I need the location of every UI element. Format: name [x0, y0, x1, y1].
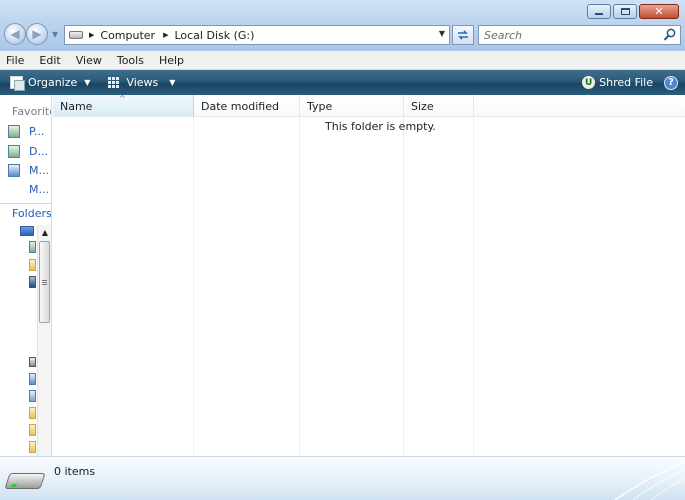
search-box[interactable]: Search	[478, 25, 681, 45]
organize-dropdown-icon: ▼	[84, 78, 91, 87]
menu-tools[interactable]: Tools	[117, 54, 144, 67]
favorite-link-item[interactable]: M...	[8, 183, 49, 196]
column-size-label: Size	[411, 99, 434, 113]
maximize-icon	[620, 8, 630, 15]
decorative-swoosh	[614, 461, 685, 500]
column-type-label: Type	[307, 99, 333, 113]
column-header-row: Name ^ Date modified Type Size	[53, 95, 685, 117]
folders-scrollbar[interactable]: ▲	[37, 225, 51, 456]
favorite-link-label: P...	[29, 125, 45, 138]
favorite-links-heading[interactable]: Favorite l	[12, 105, 51, 118]
folder-icon[interactable]	[29, 407, 36, 419]
minimize-icon	[595, 13, 603, 15]
scroll-up-icon[interactable]: ▲	[38, 225, 51, 239]
views-button[interactable]: Views ▼	[108, 76, 175, 89]
help-icon[interactable]: ?	[664, 75, 678, 90]
column-type[interactable]: Type	[300, 95, 404, 117]
forward-icon: ▶	[32, 27, 42, 41]
control-panel-icon[interactable]	[29, 373, 36, 385]
sort-ascending-icon: ^	[119, 94, 126, 103]
network-icon[interactable]	[29, 357, 36, 367]
address-dropdown-icon[interactable]: ▼	[439, 29, 445, 38]
close-button[interactable]: ✕	[639, 4, 679, 19]
breadcrumb-local-disk[interactable]: Local Disk (G:)	[174, 29, 254, 42]
window-controls: ✕	[587, 4, 679, 19]
drive-icon	[4, 473, 46, 489]
menu-edit[interactable]: Edit	[39, 54, 60, 67]
organize-label: Organize	[28, 76, 78, 89]
menu-view[interactable]: View	[76, 54, 102, 67]
command-bar: Organize ▼ Views ▼ U Shred File ?	[0, 70, 685, 95]
organize-icon	[10, 76, 25, 91]
more-icon	[8, 183, 20, 196]
desktop-icon[interactable]	[20, 226, 34, 236]
refresh-icon	[458, 30, 468, 40]
music-icon	[8, 164, 20, 177]
search-icon[interactable]	[663, 28, 676, 42]
user-folder-icon[interactable]	[29, 241, 36, 253]
close-icon: ✕	[654, 5, 664, 18]
back-icon: ◀	[10, 27, 20, 41]
menu-file[interactable]: File	[6, 54, 24, 67]
pane-divider[interactable]	[0, 203, 51, 204]
breadcrumb-arrow-icon[interactable]: ▶	[163, 31, 168, 39]
maximize-button[interactable]	[613, 4, 637, 19]
computer-icon[interactable]	[29, 276, 36, 288]
menu-help[interactable]: Help	[159, 54, 184, 67]
column-divider	[193, 117, 194, 456]
document-icon	[8, 125, 20, 138]
views-label: Views	[126, 76, 159, 89]
favorite-link-label: M...	[29, 183, 49, 196]
menu-bar: File Edit View Tools Help	[0, 51, 685, 70]
favorite-link-label: D...	[29, 145, 48, 158]
details-pane: 0 items	[0, 456, 685, 500]
forward-button[interactable]: ▶	[26, 23, 48, 45]
empty-folder-message: This folder is empty.	[325, 120, 436, 133]
favorite-link-item[interactable]: P...	[8, 125, 44, 138]
recycle-bin-icon[interactable]	[29, 390, 36, 402]
column-divider	[473, 117, 474, 456]
column-name[interactable]: Name ^	[53, 95, 194, 117]
recent-pages-dropdown[interactable]: ▼	[50, 30, 60, 39]
shred-file-button[interactable]: U Shred File	[582, 76, 653, 89]
column-size[interactable]: Size	[404, 95, 474, 117]
shred-icon: U	[582, 76, 596, 89]
folder-icon[interactable]	[29, 424, 36, 436]
favorite-link-item[interactable]: M...	[8, 164, 49, 177]
views-dropdown-icon: ▼	[169, 78, 176, 87]
column-date-modified-label: Date modified	[201, 99, 279, 113]
address-bar[interactable]: ▶ Computer ▶ Local Disk (G:) ▼	[64, 25, 450, 45]
shred-label: Shred File	[599, 76, 653, 89]
column-divider	[299, 117, 300, 456]
refresh-button[interactable]	[452, 25, 474, 45]
breadcrumb-arrow-icon[interactable]: ▶	[89, 31, 94, 39]
title-bar: ✕ ◀ ▶ ▼ ▶ Computer ▶ Local Disk (G:) ▼ S…	[0, 0, 685, 51]
column-name-label: Name	[60, 99, 93, 113]
grip-icon	[42, 279, 47, 285]
column-date-modified[interactable]: Date modified	[194, 95, 300, 117]
navigation-pane: Favorite l P... D... M... M... Folders ▲	[0, 95, 52, 456]
breadcrumb-computer[interactable]: Computer	[100, 29, 155, 42]
folder-icon[interactable]	[29, 441, 36, 453]
document-icon	[8, 145, 20, 158]
folders-heading[interactable]: Folders	[12, 207, 51, 220]
file-list[interactable]: Name ^ Date modified Type Size This fold…	[53, 95, 685, 456]
drive-icon	[69, 31, 83, 39]
favorite-link-item[interactable]: D...	[8, 145, 48, 158]
favorite-link-label: M...	[29, 164, 49, 177]
item-count: 0 items	[54, 465, 96, 478]
column-divider	[403, 117, 404, 456]
views-icon	[108, 77, 120, 88]
folder-icon[interactable]	[29, 259, 36, 271]
organize-button[interactable]: Organize ▼	[10, 76, 91, 91]
navigation-buttons: ◀ ▶ ▼	[4, 23, 60, 45]
scrollbar-thumb[interactable]	[39, 241, 50, 323]
back-button[interactable]: ◀	[4, 23, 26, 45]
search-input[interactable]: Search	[484, 29, 522, 42]
minimize-button[interactable]	[587, 4, 611, 19]
